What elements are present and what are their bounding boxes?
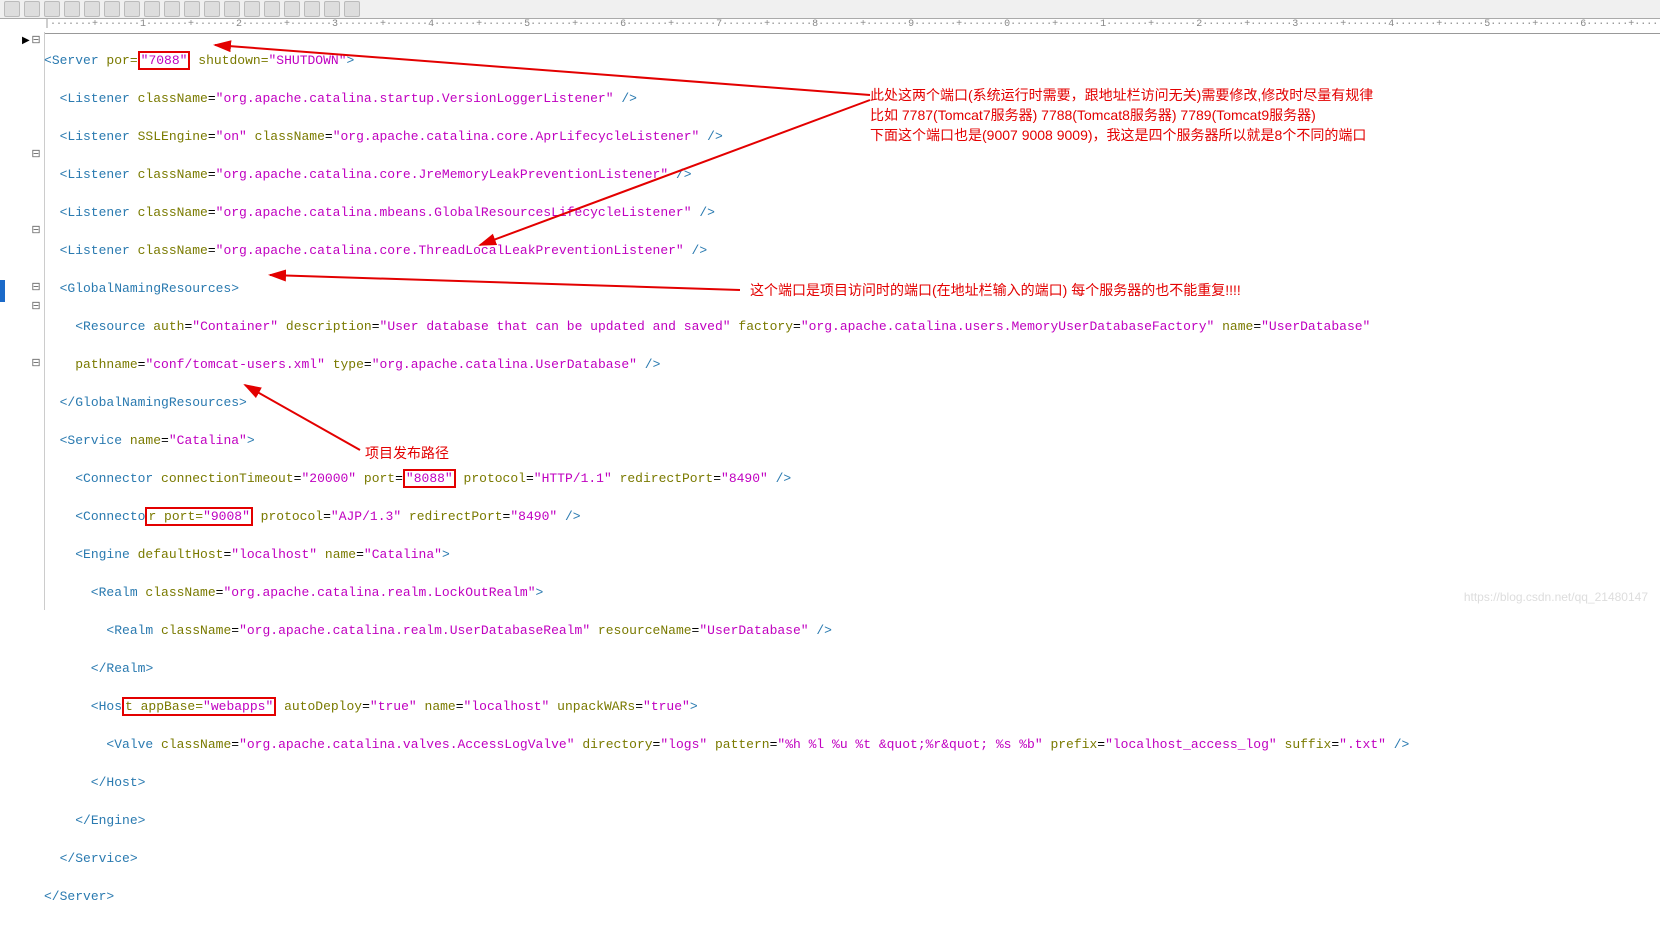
toolbar-btn[interactable]	[24, 1, 40, 17]
fold-icon[interactable]: ⊟	[28, 298, 44, 317]
toolbar-btn[interactable]	[224, 1, 240, 17]
highlight-appbase: t appBase="webapps"	[122, 697, 276, 716]
code-line[interactable]: <Realm className="org.apache.catalina.re…	[44, 583, 1660, 602]
code-line[interactable]: <Service name="Catalina">	[44, 431, 1660, 450]
code-line[interactable]: <Listener className="org.apache.catalina…	[44, 165, 1660, 184]
fold-icon[interactable]: ⊟	[28, 355, 44, 374]
toolbar-btn[interactable]	[64, 1, 80, 17]
watermark: https://blog.csdn.net/qq_21480147	[1464, 590, 1648, 604]
code-line[interactable]: <Server por="7088" shutdown="SHUTDOWN">	[44, 51, 1660, 70]
toolbar-btn[interactable]	[304, 1, 320, 17]
toolbar-btn[interactable]	[144, 1, 160, 17]
current-line-marker: ▶	[22, 32, 30, 51]
code-line[interactable]: <Listener SSLEngine="on" className="org.…	[44, 127, 1660, 146]
highlight-port-9008: r port="9008"	[145, 507, 252, 526]
code-line[interactable]: <Valve className="org.apache.catalina.va…	[44, 735, 1660, 754]
fold-icon[interactable]: ⊟	[28, 146, 44, 165]
code-line[interactable]: <Resource auth="Container" description="…	[44, 317, 1660, 336]
fold-icon[interactable]: ⊟	[28, 222, 44, 241]
annotation-text: 这个端口是项目访问时的端口(在地址栏输入的端口) 每个服务器的也不能重复!!!!	[750, 280, 1241, 300]
gutter-marker	[0, 280, 5, 302]
toolbar-btn[interactable]	[264, 1, 280, 17]
toolbar-btn[interactable]	[344, 1, 360, 17]
highlight-port-7088: "7088"	[138, 51, 191, 70]
code-line[interactable]: <Connector port="9008" protocol="AJP/1.3…	[44, 507, 1660, 526]
toolbar-btn[interactable]	[44, 1, 60, 17]
fold-icon[interactable]: ⊟	[28, 279, 44, 298]
code-line[interactable]: pathname="conf/tomcat-users.xml" type="o…	[44, 355, 1660, 374]
toolbar-btn[interactable]	[324, 1, 340, 17]
fold-column[interactable]: ⊟ ⊟ ⊟ ⊟ ⊟ ⊟	[28, 32, 44, 469]
toolbar-btn[interactable]	[184, 1, 200, 17]
fold-icon[interactable]: ⊟	[28, 32, 44, 51]
toolbar-btn[interactable]	[124, 1, 140, 17]
toolbar-btn[interactable]	[4, 1, 20, 17]
code-line[interactable]: </Engine>	[44, 811, 1660, 830]
code-line[interactable]: </Server>	[44, 887, 1660, 906]
code-line[interactable]: <Listener className="org.apache.catalina…	[44, 203, 1660, 222]
code-line[interactable]: <Engine defaultHost="localhost" name="Ca…	[44, 545, 1660, 564]
toolbar-btn[interactable]	[104, 1, 120, 17]
toolbar-btn[interactable]	[204, 1, 220, 17]
toolbar-btn[interactable]	[244, 1, 260, 17]
code-line[interactable]: </Service>	[44, 849, 1660, 868]
toolbar-btn[interactable]	[284, 1, 300, 17]
highlight-port-8088: "8088"	[403, 469, 456, 488]
code-line[interactable]: </Host>	[44, 773, 1660, 792]
code-line[interactable]: <Host appBase="webapps" autoDeploy="true…	[44, 697, 1660, 716]
code-line[interactable]: <Realm className="org.apache.catalina.re…	[44, 621, 1660, 640]
code-line[interactable]: </GlobalNamingResources>	[44, 393, 1660, 412]
annotation-text: 此处这两个端口(系统运行时需要，跟地址栏访问无关)需要修改,修改时尽量有规律 比…	[870, 85, 1373, 145]
code-line[interactable]: <Listener className="org.apache.catalina…	[44, 241, 1660, 260]
code-line[interactable]: </Realm>	[44, 659, 1660, 678]
code-editor[interactable]: <Server por="7088" shutdown="SHUTDOWN"> …	[44, 32, 1660, 610]
code-line[interactable]: <Connector connectionTimeout="20000" por…	[44, 469, 1660, 488]
toolbar	[0, 0, 1660, 19]
annotation-text: 项目发布路径	[365, 443, 449, 463]
toolbar-btn[interactable]	[164, 1, 180, 17]
toolbar-btn[interactable]	[84, 1, 100, 17]
code-line[interactable]: <Listener className="org.apache.catalina…	[44, 89, 1660, 108]
